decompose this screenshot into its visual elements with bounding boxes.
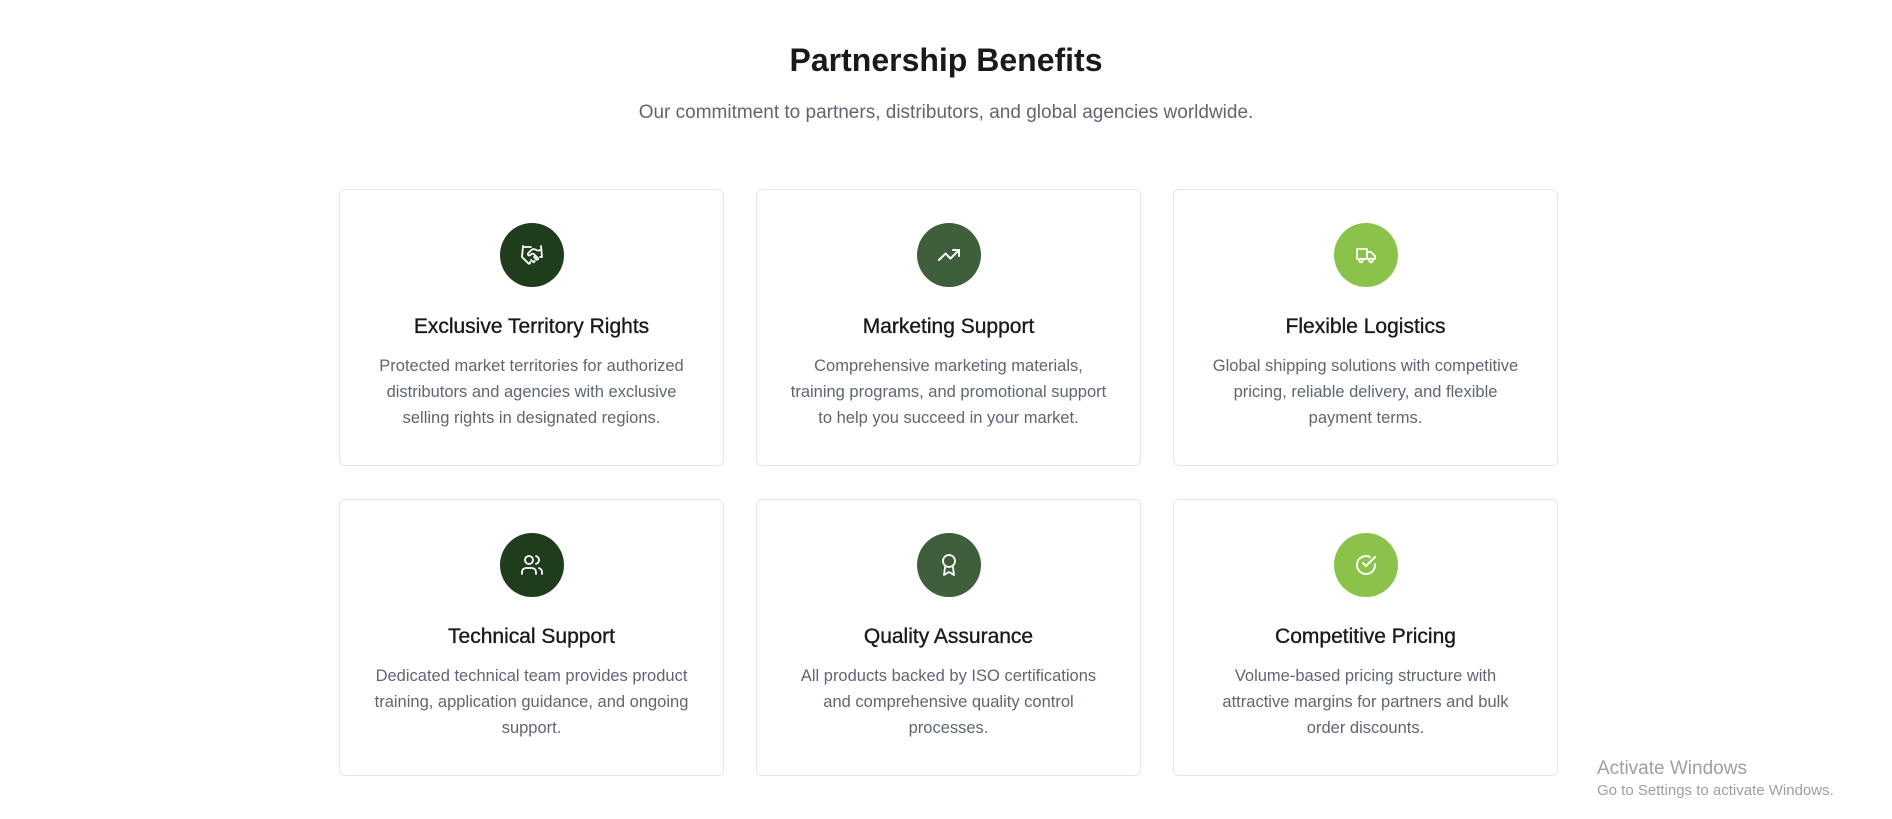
benefit-title: Quality Assurance <box>863 625 1034 648</box>
benefit-description: Comprehensive marketing materials, train… <box>790 357 1107 427</box>
watermark-title: Activate Windows <box>1597 758 1747 779</box>
check-circle-icon <box>1333 533 1398 597</box>
benefits-grid: Exclusive Territory Rights Protected mar… <box>339 189 1559 776</box>
benefit-card-competitive-pricing: Competitive Pricing Volume-based pricing… <box>1173 499 1558 776</box>
benefit-title: Technical Support <box>448 625 615 648</box>
trending-up-icon <box>916 223 981 287</box>
benefit-card-exclusive-territory: Exclusive Territory Rights Protected mar… <box>339 189 724 466</box>
benefit-card-quality-assurance: Quality Assurance All products backed by… <box>756 499 1141 776</box>
benefit-title: Marketing Support <box>862 315 1035 338</box>
benefit-card-marketing-support: Marketing Support Comprehensive marketin… <box>756 189 1141 466</box>
benefit-description: Volume-based pricing structure with attr… <box>1222 667 1509 737</box>
benefit-description: All products backed by ISO certification… <box>800 667 1097 737</box>
benefit-title: Exclusive Territory Rights <box>413 315 650 338</box>
benefit-description: Protected market territories for authori… <box>379 357 684 427</box>
benefit-title: Flexible Logistics <box>1285 315 1446 338</box>
award-icon <box>916 533 981 597</box>
truck-icon <box>1333 223 1398 287</box>
watermark-subtitle: Go to Settings to activate Windows. <box>1597 782 1834 799</box>
benefit-card-technical-support: Technical Support Dedicated technical te… <box>339 499 724 776</box>
benefit-card-flexible-logistics: Flexible Logistics Global shipping solut… <box>1173 189 1558 466</box>
page-title: Partnership Benefits <box>789 42 1103 78</box>
users-icon <box>499 533 564 597</box>
benefit-title: Competitive Pricing <box>1275 625 1456 648</box>
activate-windows-watermark: Activate Windows Go to Settings to activ… <box>1597 757 1834 801</box>
handshake-icon <box>499 223 564 287</box>
partnership-benefits-page: Partnership Benefits Our commitment to p… <box>0 0 1892 819</box>
benefit-description: Dedicated technical team provides produc… <box>374 667 689 737</box>
benefit-description: Global shipping solutions with competiti… <box>1212 357 1519 427</box>
page-subtitle: Our commitment to partners, distributors… <box>638 102 1254 123</box>
